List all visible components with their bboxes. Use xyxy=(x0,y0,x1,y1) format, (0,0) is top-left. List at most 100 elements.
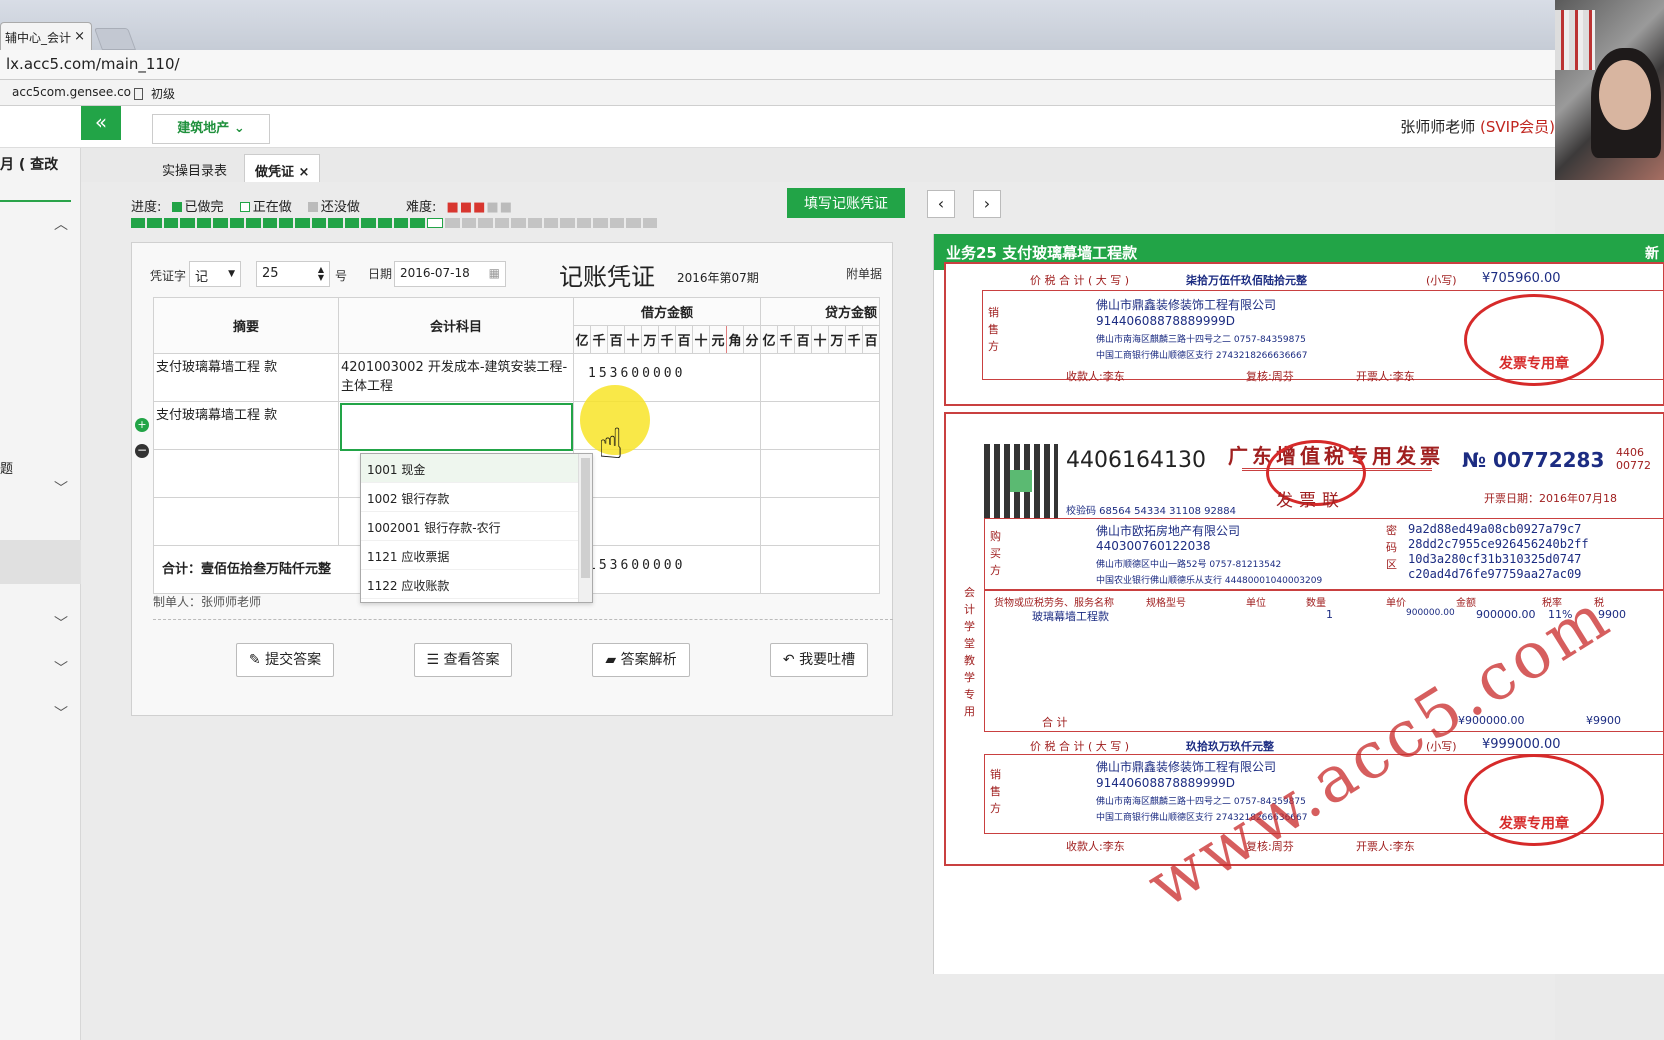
new-tab-button[interactable] xyxy=(93,28,137,50)
bookmark-chuji[interactable]: 初级 xyxy=(134,85,175,102)
progress-segment[interactable] xyxy=(246,218,261,228)
account-input-active[interactable] xyxy=(340,403,573,451)
dropdown-option[interactable]: 1001 现金 xyxy=(361,454,592,483)
dropdown-scrollbar[interactable] xyxy=(578,454,592,602)
credit-amount-cell[interactable] xyxy=(760,353,880,402)
star-icon: ■ xyxy=(473,200,486,215)
close-icon[interactable]: × xyxy=(74,29,85,44)
new-tag[interactable]: 新 xyxy=(1645,243,1659,263)
answer-analysis-button[interactable]: ▰ 答案解析 xyxy=(592,643,690,677)
progress-segment[interactable] xyxy=(576,218,592,228)
progress-segment[interactable] xyxy=(311,218,327,228)
progress-segment[interactable] xyxy=(527,218,542,228)
progress-segment[interactable] xyxy=(494,218,510,228)
chevron-up-icon[interactable]: ︿ xyxy=(54,214,68,234)
collapse-sidebar-button[interactable]: « xyxy=(81,106,121,140)
progress-segment[interactable] xyxy=(461,218,477,228)
progress-segment[interactable] xyxy=(426,218,444,228)
account-cell[interactable]: 4201003002 开发成本-建筑安装工程-主体工程 xyxy=(338,353,574,402)
qr-code xyxy=(984,444,1058,518)
progress-segment[interactable] xyxy=(642,218,657,228)
difficulty-stars: ■■■■■ xyxy=(447,200,513,215)
progress-segment[interactable] xyxy=(410,218,425,228)
view-answer-button[interactable]: ☰ 查看答案 xyxy=(414,643,512,677)
progress-segment[interactable] xyxy=(361,218,376,228)
sidebar-item-active[interactable] xyxy=(0,540,81,584)
chevron-down-icon[interactable]: ﹀ xyxy=(54,613,68,633)
progress-segment[interactable] xyxy=(213,218,228,228)
progress-segment[interactable] xyxy=(394,218,409,228)
progress-segment[interactable] xyxy=(626,218,641,228)
dropdown-option[interactable]: 1122 应收账款 xyxy=(361,570,592,599)
chevron-down-icon[interactable]: ﹀ xyxy=(54,478,68,498)
total-upper: 柒拾万伍仟玖佰陆拾元整 xyxy=(1186,274,1307,287)
progress-segment[interactable] xyxy=(163,218,179,228)
fill-voucher-button[interactable]: 填写记账凭证 xyxy=(787,188,905,218)
feedback-button[interactable]: ↶ 我要吐槽 xyxy=(770,643,868,677)
progress-segment[interactable] xyxy=(328,218,343,228)
summary-cell[interactable]: 支付玻璃幕墙工程 款 xyxy=(153,401,339,450)
debit-digit-header: 十 xyxy=(692,325,710,354)
debit-amount-cell[interactable] xyxy=(573,497,761,546)
col-account: 会计科目 xyxy=(338,297,574,354)
total-small: ¥705960.00 xyxy=(1482,271,1561,286)
progress-segment[interactable] xyxy=(560,218,575,228)
debit-amount-cell: 153600000 xyxy=(573,545,761,594)
scrollbar-thumb[interactable] xyxy=(581,458,590,578)
chevron-down-icon[interactable]: ﹀ xyxy=(54,658,68,678)
dropdown-option[interactable]: 1002 银行存款 xyxy=(361,483,592,512)
sidebar-title[interactable]: 月 ( 查改 xyxy=(0,154,58,174)
next-button[interactable]: › xyxy=(973,190,1001,218)
tab-voucher[interactable]: 做凭证 × xyxy=(244,154,321,182)
remove-row-icon[interactable]: − xyxy=(135,444,149,458)
credit-amount-cell[interactable] xyxy=(760,497,880,546)
prev-button[interactable]: ‹ xyxy=(927,190,955,218)
chevron-down-icon[interactable]: ﹀ xyxy=(54,703,68,723)
progress-segment[interactable] xyxy=(147,218,162,228)
progress-segment[interactable] xyxy=(278,218,294,228)
progress-segment[interactable] xyxy=(609,218,625,228)
address-bar[interactable]: lx.acc5.com/main_110/ xyxy=(0,50,1560,80)
tab-catalog[interactable]: 实操目录表 xyxy=(152,154,237,182)
summary-cell[interactable]: 支付玻璃幕墙工程 款 xyxy=(153,353,339,402)
voucher-type-select[interactable]: 记 ▼ xyxy=(189,261,241,287)
calendar-icon[interactable]: ▦ xyxy=(489,266,500,280)
progress-segment[interactable] xyxy=(131,218,146,228)
add-row-icon[interactable]: + xyxy=(135,418,149,432)
summary-cell[interactable] xyxy=(153,449,339,498)
voucher-number-stepper[interactable]: 25 ▲ ▼ xyxy=(256,261,330,287)
progress-segment[interactable] xyxy=(511,218,526,228)
progress-segment[interactable] xyxy=(543,218,559,228)
invoice-panel: 业务25 支付玻璃幕墙工程款 新 价 税 合 计 ( 大 写 ) 柒拾万伍仟玖佰… xyxy=(933,234,1664,974)
sidebar-fragment[interactable]: 题 xyxy=(0,458,13,477)
progress-segment[interactable] xyxy=(262,218,277,228)
dropdown-option[interactable]: 1121 应收票据 xyxy=(361,541,592,570)
progress-segment[interactable] xyxy=(295,218,310,228)
industry-select[interactable]: 建筑地产 ⌄ xyxy=(152,114,270,144)
debit-digit-header: 角 xyxy=(726,325,744,354)
seller-bank: 中国工商银行佛山顺德区支行 2743218266636667 xyxy=(1096,351,1308,361)
progress-segment[interactable] xyxy=(445,218,460,228)
progress-segment[interactable] xyxy=(180,218,195,228)
progress-segment[interactable] xyxy=(196,218,212,228)
date-field[interactable]: 2016-07-18 ▦ xyxy=(394,261,506,287)
summary-cell[interactable] xyxy=(153,497,339,546)
browser-tab[interactable]: 辅中心_会计 × xyxy=(0,22,92,50)
stepper-arrows-icon[interactable]: ▲ ▼ xyxy=(318,266,324,282)
submit-answer-button[interactable]: ✎ 提交答案 xyxy=(236,643,334,677)
cipher-line: 9a2d88ed49a08cb0927a79c7 xyxy=(1408,522,1582,536)
credit-amount-cell[interactable] xyxy=(760,401,880,450)
close-icon[interactable]: × xyxy=(299,165,310,180)
bookmark-gensee[interactable]: acc5com.gensee.co xyxy=(12,85,131,99)
credit-amount-cell[interactable] xyxy=(760,449,880,498)
progress-segment[interactable] xyxy=(377,218,392,228)
progress-segment[interactable] xyxy=(478,218,493,228)
progress-segment[interactable] xyxy=(344,218,360,228)
dropdown-option[interactable]: 1002001 银行存款-农行 xyxy=(361,512,592,541)
account-dropdown[interactable]: 1001 现金 1002 银行存款 1002001 银行存款-农行 1121 应收票据… xyxy=(360,453,593,603)
credit-digit-header: 十 xyxy=(811,325,829,354)
progress-segment[interactable] xyxy=(229,218,245,228)
debit-digit-header: 千 xyxy=(590,325,608,354)
progress-segment[interactable] xyxy=(593,218,608,228)
voucher-type-label: 凭证字 xyxy=(150,269,187,283)
